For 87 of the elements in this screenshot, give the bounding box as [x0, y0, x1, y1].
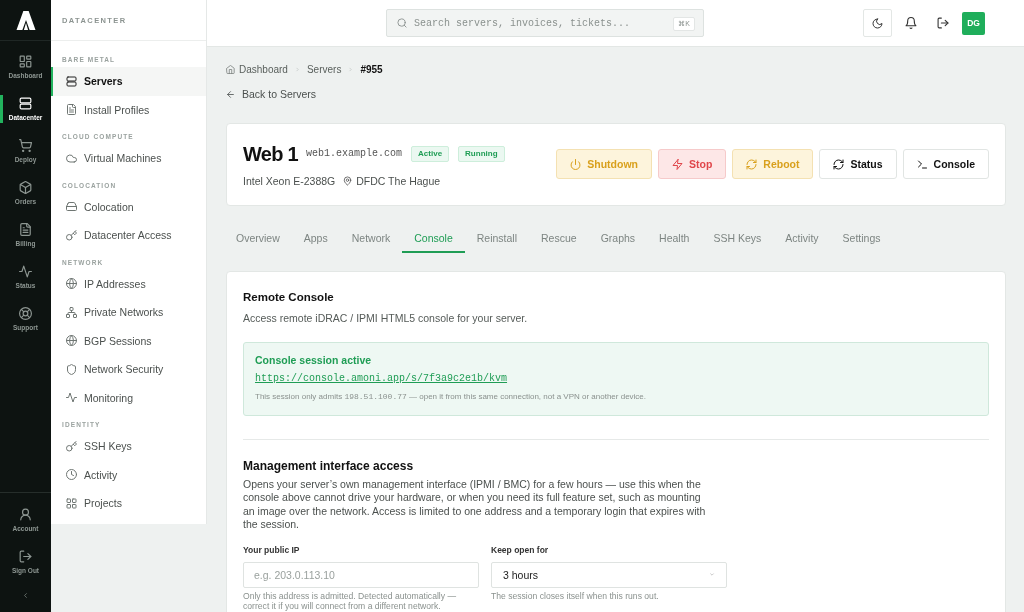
grid-icon	[66, 497, 77, 509]
session-status: Console session active	[255, 352, 372, 367]
tab[interactable]: Health	[647, 221, 702, 253]
clock-icon	[66, 469, 77, 481]
field-label: Keep open for	[491, 544, 549, 556]
network-icon	[66, 306, 77, 318]
console-button[interactable]: Console	[902, 149, 989, 179]
logo-icon[interactable]	[15, 10, 36, 30]
search-icon	[397, 18, 407, 28]
box-icon	[19, 180, 32, 194]
key-icon	[66, 229, 77, 241]
tab[interactable]: Rescue	[529, 221, 589, 253]
sidebar-nav-item[interactable]: Colocation	[51, 192, 206, 221]
cloud-icon	[66, 152, 77, 164]
sidebar-nav-item[interactable]: Activity	[51, 460, 206, 489]
sidebar-nav-item[interactable]: SSH Keys	[51, 432, 206, 461]
sidebar-nav-item[interactable]: Private Networks	[51, 298, 206, 327]
ip-input-field[interactable]: e.g. 203.0.113.10	[243, 561, 479, 588]
lifebuoy-icon	[19, 306, 32, 320]
server-cpu: Intel Xeon E-2388G	[243, 174, 336, 187]
tab[interactable]: Overview	[224, 221, 292, 253]
tab[interactable]: Graphs	[588, 221, 648, 253]
home-icon	[226, 64, 235, 74]
server-location: DFDC The Hague	[356, 174, 441, 187]
sidebar-nav-item[interactable]: Datacenter Access	[51, 221, 206, 250]
status-button[interactable]: Status	[819, 149, 897, 179]
sidebar-nav-item[interactable]: BGP Sessions	[51, 326, 206, 355]
server-name: Web 1	[243, 141, 299, 166]
document-icon	[66, 104, 77, 116]
sign-out-icon	[19, 549, 32, 563]
chevron-down-icon	[708, 572, 716, 577]
terminal-prompt-icon	[916, 158, 928, 170]
user-icon	[19, 507, 32, 521]
section-description: Opens your server’s own management interface (IPMI / BMC) for a few hours — use this when the console above cannot drive your hardware, or when you need its full feature set, such as mounting an image over the network. Access is limited to one address and a temporary login that expires with the session.	[243, 477, 707, 532]
field-hint: The session closes itself when this runs out.	[491, 590, 660, 601]
back-link[interactable]: Back to Servers	[226, 87, 317, 101]
shield-icon	[66, 363, 77, 375]
tab[interactable]: Reinstall	[464, 221, 530, 253]
key-icon	[66, 440, 77, 452]
drive-icon	[66, 201, 77, 213]
sidebar-nav-item[interactable]: Virtual Machines	[51, 144, 206, 173]
arrow-left-icon	[226, 89, 235, 99]
refresh-icon	[746, 158, 758, 170]
console-url-link[interactable]: https://console.amoni.app/s/7f3a9c2e1b/kvm	[255, 371, 508, 386]
pulse-icon	[19, 264, 32, 278]
breadcrumb-current: #955	[360, 63, 383, 75]
server-hostname: web1.example.com	[306, 148, 403, 159]
theme-toggle-button[interactable]	[863, 9, 892, 37]
moon-icon	[872, 17, 883, 29]
section-title: Remote Console	[243, 289, 334, 304]
tab[interactable]: Activity	[773, 221, 831, 253]
sidebar-nav-item[interactable]: Servers	[51, 67, 206, 96]
sidebar-nav-item[interactable]: Monitoring	[51, 383, 206, 412]
section-description: Access remote iDRAC / IPMI HTML5 console for your server.	[243, 310, 528, 325]
document-icon	[19, 222, 32, 236]
server-icon	[66, 75, 77, 87]
sidebar-nav-item[interactable]: Projects	[51, 489, 206, 518]
tab[interactable]: Apps	[291, 221, 340, 253]
bell-icon[interactable]	[905, 17, 917, 29]
tab[interactable]: Network	[339, 221, 403, 253]
field-label: Your public IP	[243, 544, 300, 556]
globe-icon	[66, 278, 77, 290]
sign-out-icon[interactable]	[937, 17, 949, 29]
breadcrumb-link[interactable]: Dashboard	[226, 63, 288, 75]
map-pin-icon	[343, 175, 353, 186]
field-hint: Only this address is admitted. Detected automatically — correct it if you will connect from a different network.	[243, 590, 458, 611]
lightning-icon	[672, 158, 683, 170]
tab[interactable]: Settings	[830, 221, 893, 253]
pulse-icon	[66, 392, 77, 404]
refresh-icon	[833, 158, 845, 170]
power-icon	[570, 158, 582, 170]
chevron-left-icon[interactable]	[22, 590, 29, 600]
session-note: This session only admits 198.51.100.77 — open it from this same connection, not a VPN or another device.	[255, 390, 647, 403]
sidebar-nav-item[interactable]: IP Addresses	[51, 269, 206, 298]
cart-icon	[19, 138, 32, 152]
section-title: Management interface access	[243, 458, 414, 473]
server-icon	[19, 96, 32, 110]
duration-select[interactable]: 3 hours	[491, 561, 727, 588]
stop-button[interactable]: Stop	[658, 149, 727, 179]
sidebar-nav-item[interactable]: Network Security	[51, 355, 206, 384]
tab[interactable]: SSH Keys	[701, 221, 774, 253]
status-badge: Running	[458, 145, 505, 162]
status-badge: Active	[411, 145, 450, 162]
globe-icon	[66, 335, 77, 347]
breadcrumb-link[interactable]: Servers	[306, 63, 342, 75]
sidebar-nav-item[interactable]: Install Profiles	[51, 95, 206, 124]
layout-grid-icon	[19, 54, 32, 68]
